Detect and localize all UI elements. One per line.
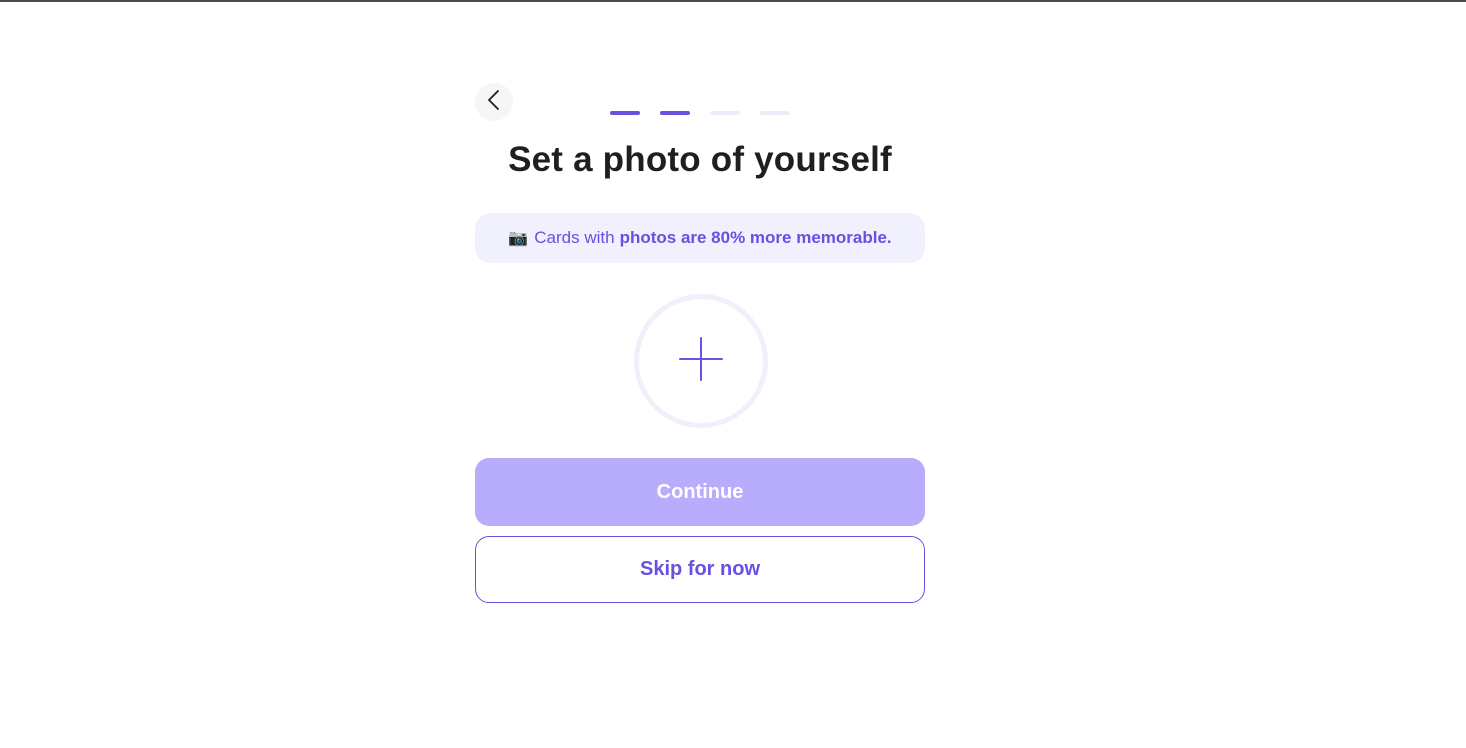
chevron-left-icon <box>486 89 502 116</box>
progress-step-1 <box>610 111 640 115</box>
plus-icon <box>678 336 724 387</box>
tip-banner: 📷 Cards with photos are 80% more memorab… <box>475 213 925 263</box>
progress-step-4 <box>760 111 790 115</box>
step-progress <box>610 111 790 115</box>
skip-button[interactable]: Skip for now <box>475 536 925 603</box>
onboarding-photo-step: Set a photo of yourself 📷 Cards with pho… <box>475 0 925 748</box>
tip-highlight: photos are 80% more memorable. <box>619 228 892 247</box>
camera-icon: 📷 <box>508 230 529 247</box>
page-title: Set a photo of yourself <box>508 140 892 179</box>
back-button[interactable] <box>475 83 513 121</box>
photo-upload-button[interactable] <box>634 294 768 428</box>
progress-step-3 <box>710 111 740 115</box>
progress-step-2 <box>660 111 690 115</box>
continue-button[interactable]: Continue <box>475 458 925 526</box>
tip-text: Cards with <box>534 228 615 247</box>
